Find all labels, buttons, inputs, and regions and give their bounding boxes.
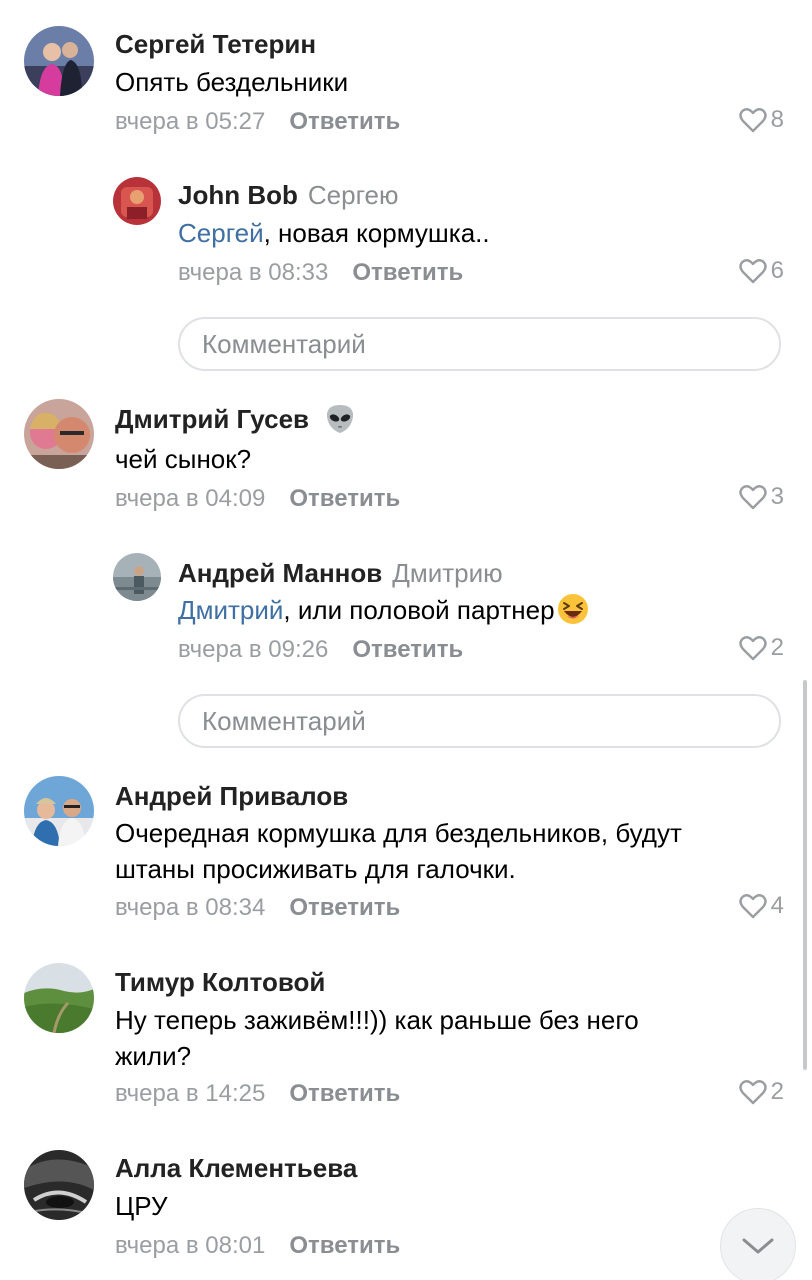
comment-author[interactable]: Андрей Привалов <box>115 781 348 812</box>
like-count: 8 <box>770 106 784 133</box>
comment-time: вчера в 04:09 <box>115 485 266 512</box>
comment-time: вчера в 08:33 <box>178 259 329 286</box>
reply-text: Сергей, новая кормушка.. <box>178 215 490 251</box>
reply-button[interactable]: Ответить <box>352 259 463 286</box>
reply-button[interactable]: Ответить <box>352 636 463 663</box>
comment-author-name[interactable]: Дмитрий Гусев <box>115 404 309 434</box>
avatar[interactable] <box>24 963 94 1033</box>
heart-icon <box>738 636 767 661</box>
comment-meta: вчера в 04:09 Ответить <box>115 485 400 513</box>
like-button[interactable]: 2 <box>738 1078 784 1106</box>
comment-text-line: Очередная кормушка для бездельников, буд… <box>115 818 682 848</box>
like-count: 2 <box>770 634 784 661</box>
reply-author[interactable]: Андрей Маннов Дмитрию <box>178 558 503 589</box>
mention-link[interactable]: Дмитрий <box>178 595 283 625</box>
comment-meta: вчера в 08:33 Ответить <box>178 259 463 287</box>
scroll-down-button[interactable] <box>720 1208 796 1280</box>
avatar[interactable] <box>24 776 94 846</box>
avatar[interactable] <box>24 26 94 96</box>
avatar[interactable] <box>113 553 161 601</box>
comment-time: вчера в 08:01 <box>115 1232 266 1259</box>
comment-text: Очередная кормушка для бездельников, буд… <box>115 815 682 887</box>
comment-meta: вчера в 09:26 Ответить <box>178 636 463 664</box>
like-count: 2 <box>770 1078 784 1105</box>
heart-icon <box>738 485 767 510</box>
heart-icon <box>738 108 767 133</box>
comment-author[interactable]: Дмитрий Гусев <box>115 404 356 435</box>
comment-author[interactable]: Алла Клементьева <box>115 1153 357 1184</box>
reply-to[interactable]: Дмитрию <box>392 558 502 588</box>
reply-author[interactable]: John Bob Сергею <box>178 180 398 211</box>
comment-text: Ну теперь заживём!!!)) как раньше без не… <box>115 1002 639 1074</box>
comment-time: вчера в 05:27 <box>115 108 266 135</box>
comment-text-line: жили? <box>115 1041 192 1071</box>
comment-author[interactable]: Тимур Колтовой <box>115 967 325 998</box>
like-button[interactable]: 3 <box>738 483 784 511</box>
comment-text-line: Ну теперь заживём!!!)) как раньше без не… <box>115 1005 639 1035</box>
comment-meta: вчера в 08:01 Ответить <box>115 1232 400 1260</box>
comment-text: ЦРУ <box>115 1191 168 1221</box>
heart-icon <box>738 1080 767 1105</box>
reply-button[interactable]: Ответить <box>289 485 400 512</box>
heart-icon <box>738 259 767 284</box>
comment-time: вчера в 09:26 <box>178 636 329 663</box>
comment-text: Опять бездельники <box>115 67 349 97</box>
comment-input[interactable]: Комментарий <box>178 317 781 371</box>
avatar[interactable] <box>113 177 161 225</box>
reply-to[interactable]: Сергею <box>308 180 399 210</box>
mention-link[interactable]: Сергей <box>178 218 264 248</box>
comment-author[interactable]: Сергей Тетерин <box>115 29 316 60</box>
like-button[interactable]: 8 <box>738 106 784 134</box>
laughing-emoji-icon <box>557 594 588 625</box>
reply-author-name[interactable]: John Bob <box>178 180 298 210</box>
reply-button[interactable]: Ответить <box>289 894 400 921</box>
like-count: 6 <box>770 257 784 284</box>
chevron-down-icon <box>742 1238 774 1254</box>
scrollbar[interactable] <box>803 680 807 1070</box>
reply-button[interactable]: Ответить <box>289 108 400 135</box>
alien-icon <box>327 405 354 434</box>
comment-text: чей сынок? <box>115 444 252 474</box>
reply-text: Дмитрий, или половой партнер <box>178 592 589 628</box>
like-button[interactable]: 6 <box>738 257 784 285</box>
comment-meta: вчера в 05:27 Ответить <box>115 108 400 136</box>
comment-meta: вчера в 14:25 Ответить <box>115 1080 400 1108</box>
avatar[interactable] <box>24 399 94 469</box>
reply-author-name[interactable]: Андрей Маннов <box>178 558 382 588</box>
like-count: 4 <box>770 892 784 919</box>
reply-button[interactable]: Ответить <box>289 1080 400 1107</box>
comment-input[interactable]: Комментарий <box>178 694 781 748</box>
like-button[interactable]: 2 <box>738 634 784 662</box>
like-button[interactable]: 4 <box>738 892 784 920</box>
comment-meta: вчера в 08:34 Ответить <box>115 894 400 922</box>
comment-time: вчера в 08:34 <box>115 894 266 921</box>
reply-text-body: , новая кормушка.. <box>263 218 490 248</box>
reply-text-body: , или половой партнер <box>283 595 555 625</box>
comment-text-line: штаны просиживать для галочки. <box>115 854 516 884</box>
like-count: 3 <box>770 483 784 510</box>
comment-time: вчера в 14:25 <box>115 1080 266 1107</box>
avatar[interactable] <box>24 1150 94 1220</box>
reply-button[interactable]: Ответить <box>289 1232 400 1259</box>
heart-icon <box>738 894 767 919</box>
